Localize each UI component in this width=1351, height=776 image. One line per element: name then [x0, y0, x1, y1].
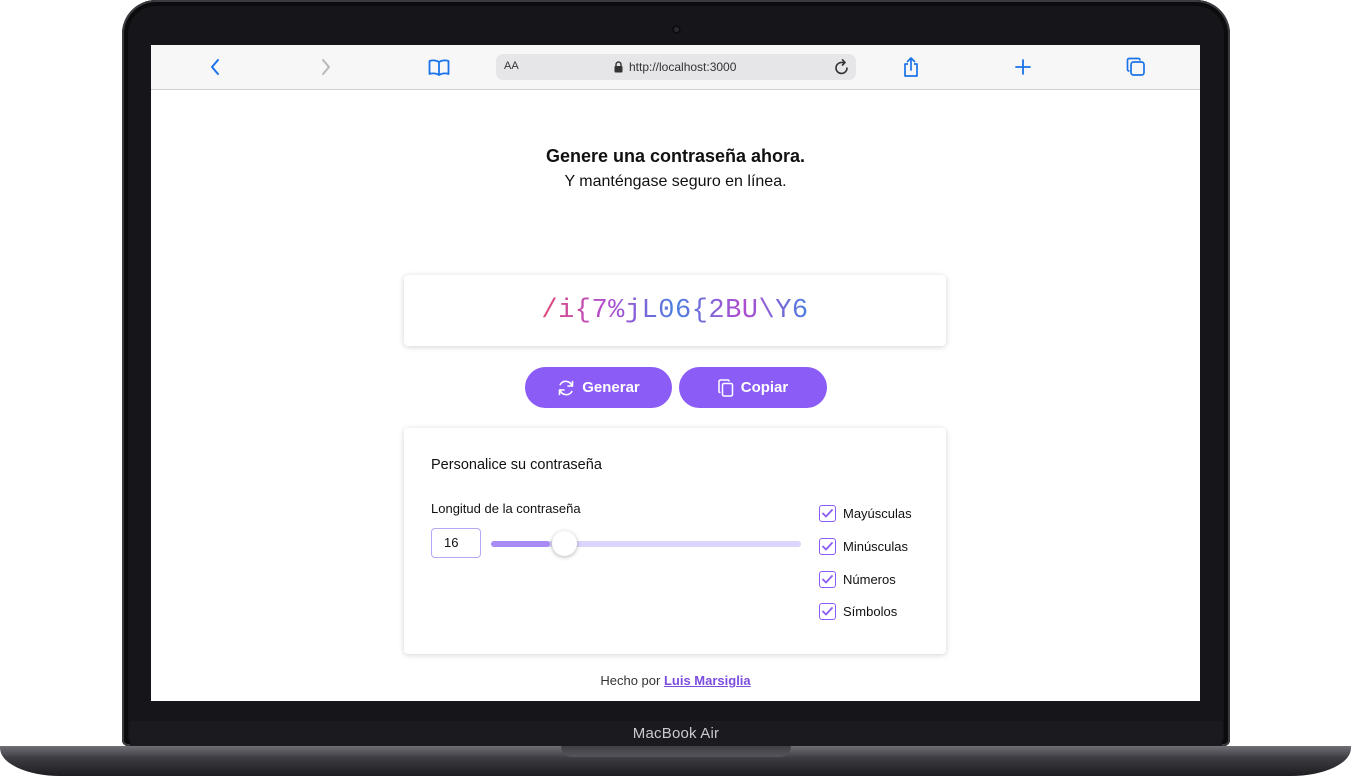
length-input[interactable]: 16 — [431, 528, 481, 558]
option-label: Símbolos — [843, 603, 898, 619]
url-text: http://localhost:3000 — [629, 60, 737, 74]
tabs-icon — [1126, 57, 1145, 76]
new-tab-icon — [1015, 59, 1031, 75]
laptop-notch — [561, 746, 791, 757]
checkbox-symbols[interactable] — [819, 602, 836, 620]
generate-label: Generar — [582, 379, 640, 396]
length-label: Longitud de la contraseña — [431, 501, 581, 516]
option-numbers[interactable]: Números — [819, 569, 896, 589]
password-display: /i{7%jL06{2BU\Y6 — [404, 275, 946, 346]
back-icon — [211, 59, 219, 75]
new-tab-button[interactable] — [1005, 45, 1041, 89]
customize-title: Personalice su contraseña — [431, 457, 602, 473]
screen: AA http://localhost:3000 Genere una cont… — [151, 45, 1200, 701]
option-label: Mayúsculas — [843, 505, 912, 521]
checkbox-lowercase[interactable] — [819, 537, 836, 555]
checkbox-numbers[interactable] — [819, 570, 836, 588]
bookmarks-button[interactable] — [421, 45, 457, 89]
footer-prefix: Hecho por — [600, 673, 661, 688]
share-icon — [904, 57, 918, 77]
length-slider[interactable] — [491, 531, 801, 556]
forward-button[interactable] — [308, 45, 344, 89]
option-uppercase[interactable]: Mayúsculas — [819, 503, 912, 523]
check-icon — [822, 606, 833, 615]
laptop-chin: MacBook Air — [130, 721, 1222, 746]
password-text: /i{7%jL06{2BU\Y6 — [541, 295, 809, 326]
back-button[interactable] — [197, 45, 233, 89]
copy-icon — [717, 378, 733, 397]
copy-button[interactable]: Copiar — [679, 367, 827, 408]
option-label: Minúsculas — [843, 538, 909, 554]
customize-card: Personalice su contraseña Longitud de la… — [404, 428, 946, 654]
footer: Hecho por Luis Marsiglia — [151, 673, 1200, 688]
share-button[interactable] — [893, 45, 929, 89]
refresh-icon — [558, 380, 574, 395]
page-title: Genere una contraseña ahora. — [545, 146, 806, 166]
tabs-button[interactable] — [1118, 45, 1154, 89]
bookmarks-icon — [428, 59, 450, 76]
option-lowercase[interactable]: Minúsculas — [819, 536, 908, 556]
lock-icon — [614, 61, 623, 73]
slider-fill — [491, 541, 550, 547]
page-content: Genere una contraseña ahora. Y manténgas… — [151, 90, 1200, 701]
camera — [672, 25, 681, 34]
page-subtitle: Y manténgase seguro en línea. — [564, 173, 787, 190]
check-icon — [822, 574, 833, 583]
generate-button[interactable]: Generar — [525, 367, 672, 408]
reload-icon[interactable] — [834, 58, 850, 76]
check-icon — [822, 541, 833, 550]
slider-thumb[interactable] — [552, 531, 577, 556]
check-icon — [822, 508, 833, 517]
author-link[interactable]: Luis Marsiglia — [664, 673, 751, 688]
device-label: MacBook Air — [632, 725, 720, 742]
checkbox-uppercase[interactable] — [819, 504, 836, 522]
address-bar[interactable]: AA http://localhost:3000 — [496, 54, 856, 80]
option-label: Números — [843, 571, 896, 587]
text-size-button[interactable]: AA — [504, 60, 519, 72]
browser-toolbar: AA http://localhost:3000 — [151, 45, 1200, 90]
option-symbols[interactable]: Símbolos — [819, 601, 897, 621]
copy-label: Copiar — [740, 379, 789, 396]
forward-icon — [322, 59, 330, 75]
